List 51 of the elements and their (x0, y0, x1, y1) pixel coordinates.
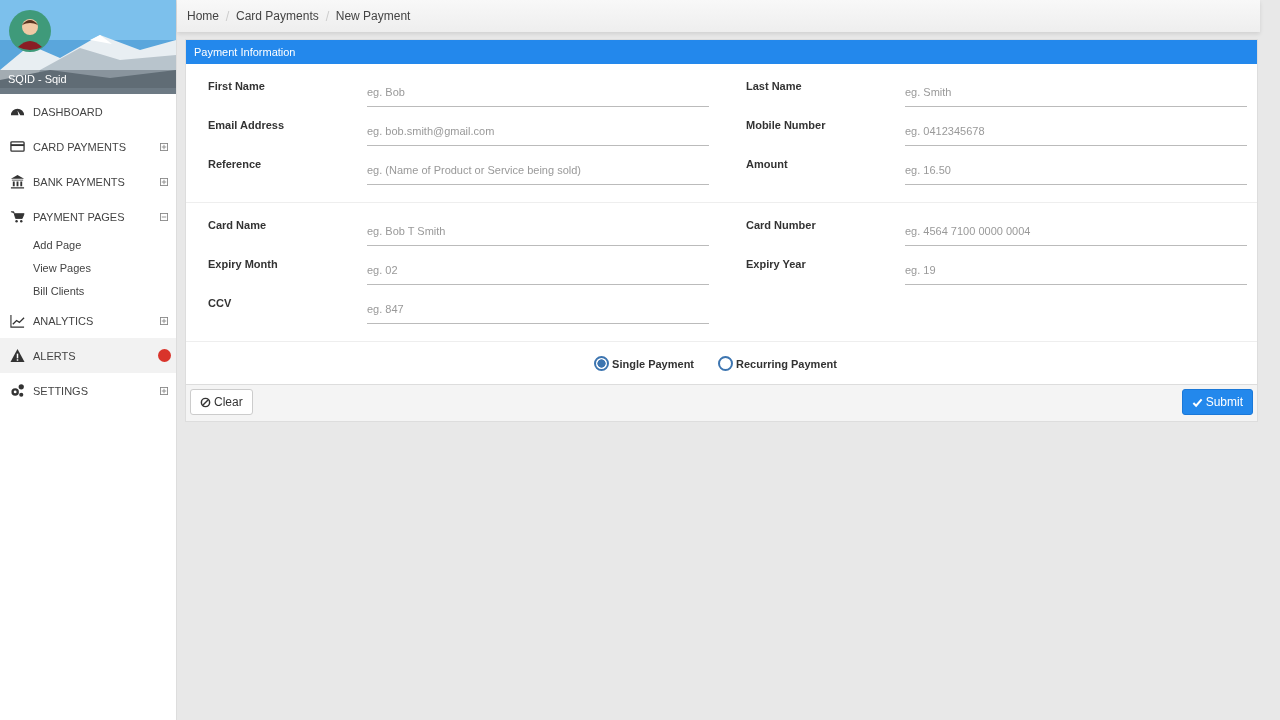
expand-icon[interactable] (160, 316, 168, 325)
field-label: Last Name (746, 80, 803, 92)
sidebar-item[interactable]: PAYMENT PAGES (0, 199, 176, 234)
clear-button[interactable]: Clear (190, 389, 253, 415)
sidebar-item-label: CARD PAYMENTS (33, 140, 127, 153)
gears-icon (10, 383, 25, 398)
field-label: Email Address (208, 119, 285, 131)
checkmark-icon (1191, 396, 1203, 408)
bank-icon (10, 174, 25, 189)
field-label: First Name (208, 80, 266, 92)
field-label: Reference (208, 158, 263, 170)
panel-title: Payment Information (186, 40, 1257, 64)
line-chart-icon (10, 313, 25, 328)
sidebar-item[interactable]: ANALYTICS (0, 303, 176, 338)
breadcrumb-item[interactable]: Card Payments (236, 9, 319, 23)
sidebar-item[interactable]: CARD PAYMENTS (0, 129, 176, 164)
expand-icon[interactable] (160, 142, 168, 151)
profile-name: SQID - Sqid (0, 70, 176, 88)
field-label: Expiry Month (208, 258, 279, 270)
expand-icon[interactable] (160, 177, 168, 186)
sidebar-item-label: SETTINGS (33, 384, 88, 397)
sidebar-item[interactable]: SETTINGS (0, 373, 176, 408)
sidebar-item-label: ANALYTICS (33, 314, 94, 327)
field-label: Card Name (208, 219, 268, 231)
radio-option[interactable]: Recurring Payment (718, 356, 837, 371)
sidebar-item-label: PAYMENT PAGES (33, 210, 125, 223)
collapse-icon[interactable] (160, 212, 168, 221)
field-label: Amount (746, 158, 789, 170)
sidebar-item-label: BANK PAYMENTS (33, 175, 125, 188)
submenu-item[interactable]: Add Page (0, 234, 86, 257)
submenu-item[interactable]: View Pages (0, 257, 95, 280)
submit-button[interactable]: Submit (1181, 389, 1253, 415)
field-label: Mobile Number (746, 119, 827, 131)
sidebar-item[interactable]: ALERTS (0, 338, 176, 373)
breadcrumb-item: New Payment (335, 9, 411, 23)
field-label: Expiry Year (746, 258, 807, 270)
sidebar-item-label: DASHBOARD (33, 105, 103, 118)
sidebar-item[interactable]: BANK PAYMENTS (0, 164, 176, 199)
radio-option[interactable]: Single Payment (594, 356, 694, 371)
sidebar-item[interactable]: DASHBOARD (0, 94, 176, 129)
cart-icon (10, 209, 25, 224)
cancel-icon (200, 396, 211, 408)
field-label: Card Number (746, 219, 817, 231)
sidebar-item-label: ALERTS (33, 349, 76, 362)
submenu-item[interactable]: Bill Clients (0, 280, 89, 303)
avatar-icon (8, 9, 52, 53)
expand-icon[interactable] (160, 386, 168, 395)
breadcrumb-item[interactable]: Home (187, 9, 219, 23)
credit-card-icon (10, 139, 25, 154)
warning-icon (10, 348, 25, 363)
field-label: CCV (208, 297, 233, 309)
